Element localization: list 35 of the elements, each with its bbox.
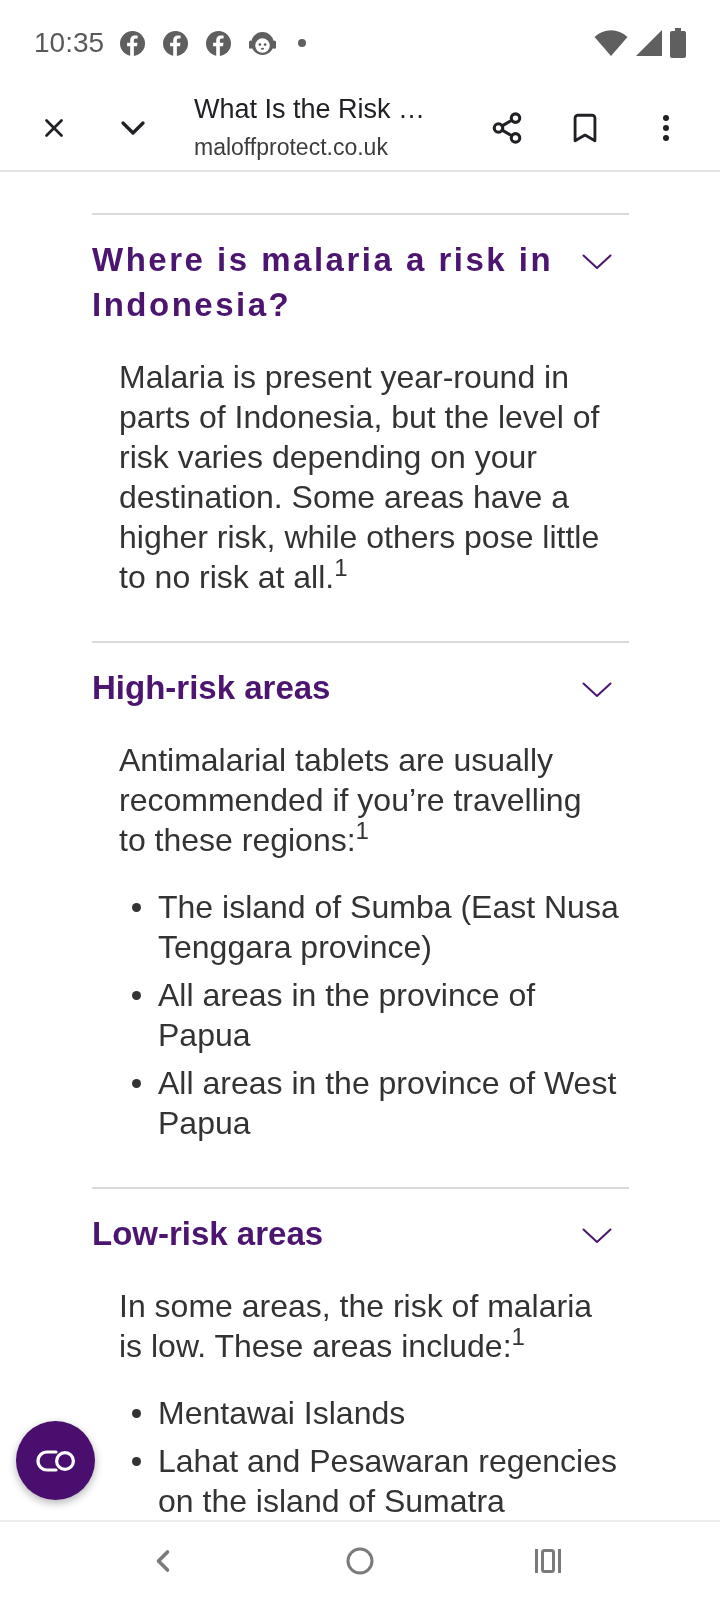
bullet-text: All areas in the province of Papua (158, 976, 537, 1055)
page-title: What Is the Risk … (194, 93, 427, 126)
signal-icon (636, 30, 662, 56)
chevron-down-icon (582, 254, 612, 270)
share-icon (490, 111, 524, 145)
more-icon (663, 115, 669, 141)
chevron-down-icon (582, 682, 612, 698)
section-text: Antimalarial tablets are usually recommended if you’re travelling to these regions:$^{1}$ (119, 741, 583, 860)
home-icon (346, 1547, 374, 1575)
section-text: Malaria is present year-round in parts of Indonesia, but the level of risk varies depending on your destination. Some areas have a higher risk, while others pose little to no risk at all.$^{1}$ (119, 358, 601, 597)
f-circle-icon (120, 30, 146, 56)
bullet-text: Mentawai Islands (158, 1394, 407, 1433)
bullet-icon (132, 903, 141, 912)
battery-icon (670, 28, 686, 58)
bullet-text: The island of Sumba (East Nusa Tenggara province) (158, 888, 620, 967)
accordion-heading[interactable]: Where is malaria a risk in Indonesia? (92, 237, 629, 327)
accordion-heading[interactable]: High-risk areas (92, 665, 629, 710)
toggle-icon (35, 1449, 76, 1472)
page-url: maloffprotect.co.uk (194, 133, 389, 162)
bullet-icon (132, 1409, 141, 1418)
chevron-down-icon (582, 1228, 612, 1244)
accordion-heading[interactable]: Low-risk areas (92, 1211, 629, 1256)
recents-icon (534, 1548, 562, 1574)
floating-action-button[interactable] (16, 1421, 95, 1500)
bullet-icon (132, 991, 141, 1000)
bullet-text: Lahat and Pesawaran regencies on the island of Sumatra (158, 1442, 618, 1520)
bullet-icon (132, 1079, 141, 1088)
wifi-icon (594, 30, 628, 56)
f-circle-icon (163, 30, 189, 56)
bullet-icon (132, 1457, 141, 1466)
face-icon (249, 30, 277, 56)
f-circle-icon (206, 30, 232, 56)
bullet-text: All areas in the province of West Papua (158, 1064, 618, 1143)
status-time: 10:35 (34, 26, 105, 60)
section-text: In some areas, the risk of malaria is low. These areas include:$^{1}$ (119, 1287, 594, 1366)
